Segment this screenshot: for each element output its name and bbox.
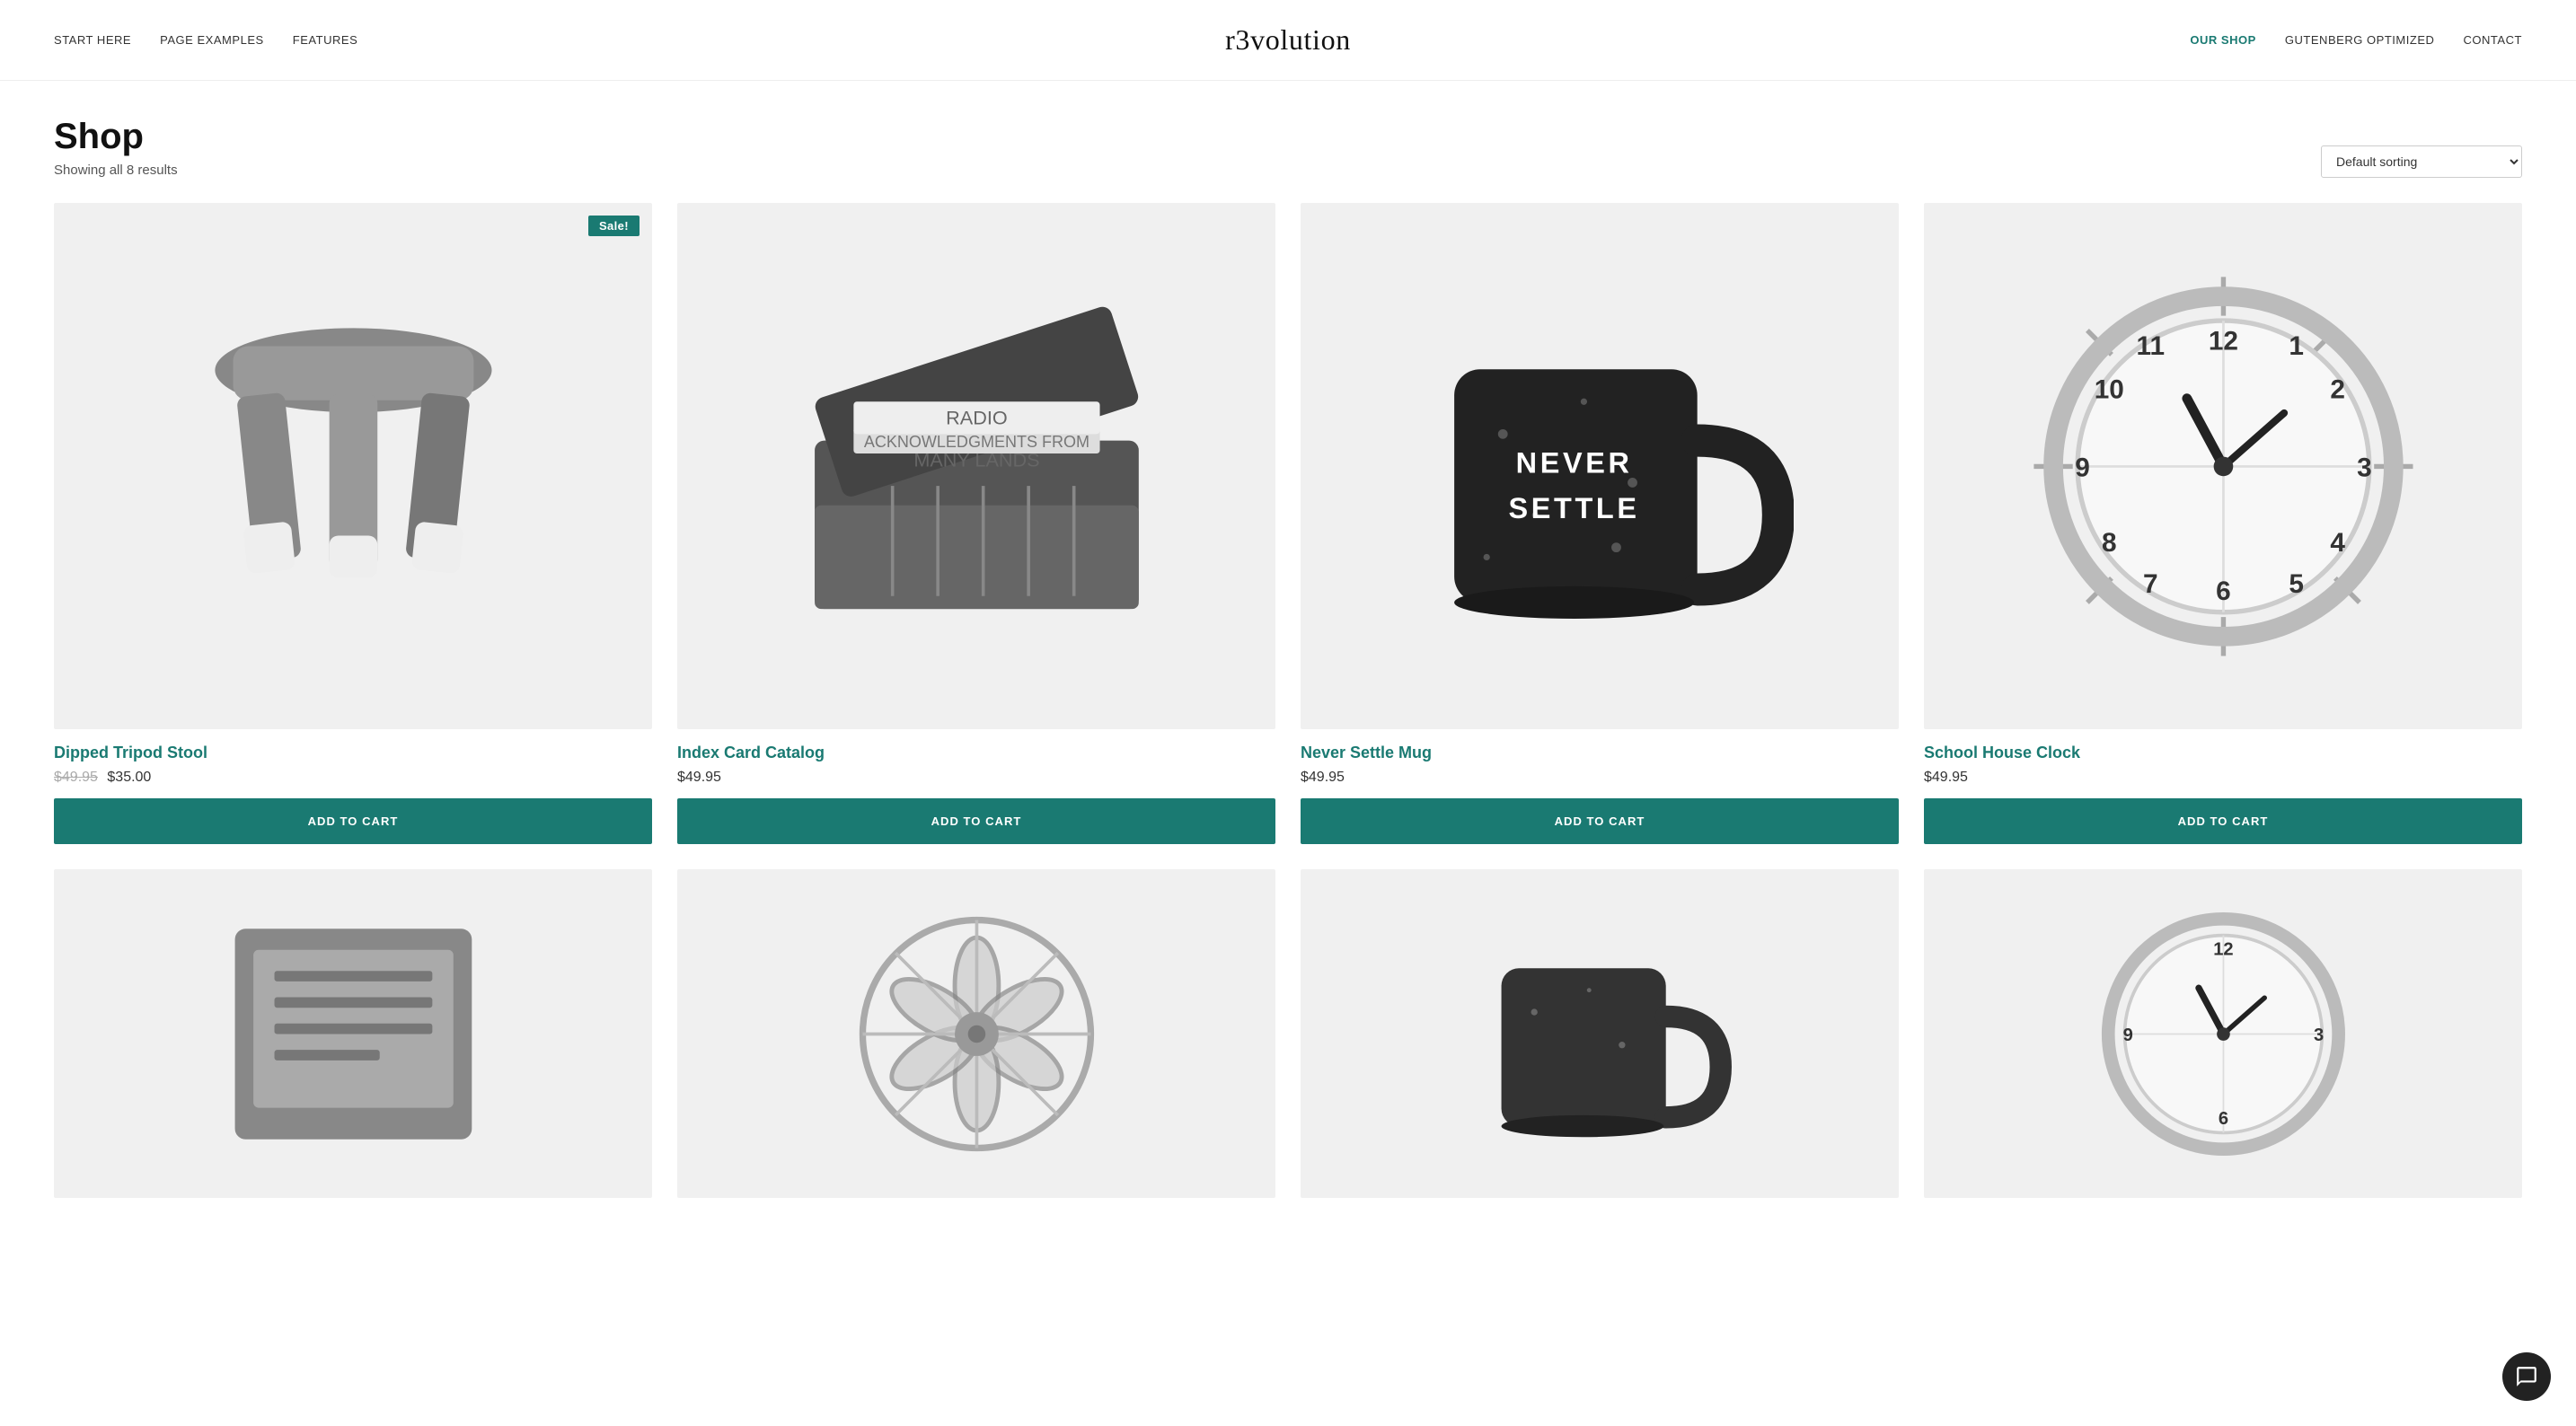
shop-header: Shop Showing all 8 results Default sorti…: [54, 117, 2522, 178]
product-image-stool[interactable]: Sale!: [54, 203, 652, 729]
nav-features[interactable]: FEATURES: [293, 33, 358, 47]
fan-illustration: [782, 902, 1171, 1166]
product-grid: Sale!: [54, 203, 2522, 844]
svg-text:SETTLE: SETTLE: [1508, 492, 1639, 524]
product-image-bottom-2[interactable]: [677, 869, 1275, 1198]
main-content: Shop Showing all 8 results Default sorti…: [0, 81, 2576, 1252]
add-to-cart-mug[interactable]: ADD TO CART: [1301, 798, 1899, 844]
product-price-catalog: $49.95: [677, 770, 1275, 786]
clock-illustration: 12 2 3 4 6 8 9 10 1 5 7 11: [2029, 256, 2418, 677]
svg-text:6: 6: [2216, 577, 2231, 606]
svg-text:10: 10: [2094, 374, 2123, 404]
nav-start-here[interactable]: START HERE: [54, 33, 131, 47]
product-image-bottom-3[interactable]: [1301, 869, 1899, 1198]
svg-text:RADIO: RADIO: [946, 406, 1008, 428]
product-name-catalog[interactable]: Index Card Catalog: [677, 744, 1275, 762]
price-current-stool: $35.00: [107, 770, 151, 785]
svg-text:5: 5: [2289, 569, 2304, 599]
product-image-mug[interactable]: NEVER SETTLE: [1301, 203, 1899, 729]
sort-select[interactable]: Default sorting Sort by popularity Sort …: [2321, 145, 2522, 178]
product-price-mug: $49.95: [1301, 770, 1899, 786]
svg-text:MANY LANDS: MANY LANDS: [913, 448, 1039, 471]
svg-text:6: 6: [2218, 1109, 2228, 1129]
product-card-bottom-3: [1301, 869, 1899, 1198]
nav-our-shop[interactable]: OUR SHOP: [2190, 33, 2256, 47]
svg-text:12: 12: [2208, 326, 2237, 356]
product-image-clock[interactable]: 12 2 3 4 6 8 9 10 1 5 7 11: [1924, 203, 2522, 729]
chat-icon: [2515, 1365, 2538, 1388]
product-card-mug: NEVER SETTLE Never Settle Mug $49.95 ADD…: [1301, 203, 1899, 844]
svg-text:7: 7: [2143, 569, 2158, 599]
product-grid-bottom: 12 3 6 9: [54, 869, 2522, 1198]
nav-page-examples[interactable]: PAGE EXAMPLES: [160, 33, 264, 47]
chat-bubble[interactable]: [2502, 1352, 2551, 1401]
sale-badge: Sale!: [588, 216, 640, 236]
price-current-mug: $49.95: [1301, 770, 1345, 785]
bottom-1-illustration: [159, 902, 548, 1166]
svg-text:8: 8: [2102, 528, 2117, 558]
product-info-clock: School House Clock $49.95 ADD TO CART: [1924, 729, 2522, 844]
svg-text:9: 9: [2122, 1025, 2132, 1045]
product-price-clock: $49.95: [1924, 770, 2522, 786]
product-name-mug[interactable]: Never Settle Mug: [1301, 744, 1899, 762]
price-current-clock: $49.95: [1924, 770, 1968, 785]
svg-text:9: 9: [2075, 453, 2090, 482]
nav-contact[interactable]: CONTACT: [2463, 33, 2522, 47]
product-image-bottom-1[interactable]: [54, 869, 652, 1198]
product-name-stool[interactable]: Dipped Tripod Stool: [54, 744, 652, 762]
product-card-bottom-1: [54, 869, 652, 1198]
site-header: START HERE PAGE EXAMPLES FEATURES r3volu…: [0, 0, 2576, 81]
svg-text:4: 4: [2330, 528, 2345, 558]
mug-illustration: NEVER SETTLE: [1406, 256, 1795, 677]
svg-text:2: 2: [2330, 374, 2345, 404]
price-current-catalog: $49.95: [677, 770, 721, 785]
stool-illustration: [159, 256, 548, 677]
svg-text:1: 1: [2289, 331, 2304, 361]
bottom-3-illustration: [1406, 902, 1795, 1166]
add-to-cart-catalog[interactable]: ADD TO CART: [677, 798, 1275, 844]
price-original-stool: $49.95: [54, 770, 98, 785]
product-info-catalog: Index Card Catalog $49.95 ADD TO CART: [677, 729, 1275, 844]
catalog-illustration: RADIO ACKNOWLEDGMENTS FROM MANY LANDS: [782, 256, 1171, 677]
svg-text:11: 11: [2136, 331, 2164, 361]
product-name-clock[interactable]: School House Clock: [1924, 744, 2522, 762]
shop-subtitle: Showing all 8 results: [54, 163, 178, 178]
product-card-bottom-2: [677, 869, 1275, 1198]
bottom-4-illustration: 12 3 6 9: [2029, 902, 2418, 1166]
nav-left: START HERE PAGE EXAMPLES FEATURES: [54, 33, 357, 47]
product-price-stool: $49.95 $35.00: [54, 770, 652, 786]
product-card-stool: Sale!: [54, 203, 652, 844]
product-card-catalog: RADIO ACKNOWLEDGMENTS FROM MANY LANDS In…: [677, 203, 1275, 844]
svg-text:12: 12: [2213, 939, 2233, 959]
svg-text:3: 3: [2357, 453, 2372, 482]
product-info-stool: Dipped Tripod Stool $49.95 $35.00 ADD TO…: [54, 729, 652, 844]
svg-text:3: 3: [2314, 1025, 2324, 1045]
add-to-cart-stool[interactable]: ADD TO CART: [54, 798, 652, 844]
product-info-mug: Never Settle Mug $49.95 ADD TO CART: [1301, 729, 1899, 844]
product-image-bottom-4[interactable]: 12 3 6 9: [1924, 869, 2522, 1198]
product-image-catalog[interactable]: RADIO ACKNOWLEDGMENTS FROM MANY LANDS: [677, 203, 1275, 729]
product-card-clock: 12 2 3 4 6 8 9 10 1 5 7 11: [1924, 203, 2522, 844]
shop-title: Shop: [54, 117, 178, 157]
nav-right: OUR SHOP GUTENBERG OPTIMIZED CONTACT: [2190, 33, 2522, 47]
add-to-cart-clock[interactable]: ADD TO CART: [1924, 798, 2522, 844]
svg-text:NEVER: NEVER: [1515, 446, 1632, 479]
nav-gutenberg-optimized[interactable]: GUTENBERG OPTIMIZED: [2285, 33, 2435, 47]
product-card-bottom-4: 12 3 6 9: [1924, 869, 2522, 1198]
site-logo[interactable]: r3volution: [1225, 23, 1351, 57]
